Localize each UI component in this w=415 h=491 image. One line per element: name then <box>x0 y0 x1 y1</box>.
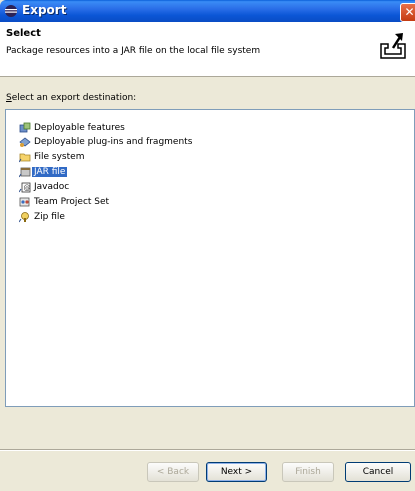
folder-icon <box>19 153 31 162</box>
finish-button[interactable]: Finish <box>282 462 334 482</box>
close-button[interactable]: ✕ <box>400 3 415 22</box>
list-item-label: File system <box>34 151 85 162</box>
jar-icon <box>19 167 31 177</box>
eclipse-icon <box>5 5 17 17</box>
page-title: Select <box>6 28 41 39</box>
export-destination-list[interactable]: Deployable features Deployable plug-ins … <box>5 109 415 407</box>
plugin-icon <box>19 136 31 147</box>
list-item-label: Team Project Set <box>34 196 110 207</box>
svg-text:@: @ <box>24 184 31 192</box>
feature-icon <box>19 122 31 132</box>
list-item-team-project-set[interactable]: Team Project Set <box>19 195 111 208</box>
list-item-label: Javadoc <box>34 181 70 192</box>
list-item-label: Zip file <box>34 211 65 222</box>
team-icon <box>19 197 30 206</box>
list-item-label: Deployable plug-ins and fragments <box>34 136 193 147</box>
back-button[interactable]: < Back <box>147 462 199 482</box>
export-wizard-icon <box>380 33 406 59</box>
title-bar[interactable]: Export ✕ <box>0 0 415 22</box>
destination-label: Select an export destination: <box>6 93 137 103</box>
list-item-label: Deployable features <box>34 122 125 133</box>
zip-icon <box>19 211 29 222</box>
wizard-header: Select Package resources into a JAR file… <box>0 22 415 77</box>
list-item-deployable-features[interactable]: Deployable features <box>19 121 127 134</box>
close-icon: ✕ <box>404 5 415 19</box>
list-item-zip-file[interactable]: Zip file <box>19 210 67 223</box>
javadoc-icon: @ <box>19 182 31 192</box>
list-item-label: JAR file <box>32 166 68 177</box>
list-item-javadoc[interactable]: @ Javadoc <box>19 180 71 193</box>
page-description: Package resources into a JAR file on the… <box>6 46 261 56</box>
list-item-deployable-plugins[interactable]: Deployable plug-ins and fragments <box>19 135 194 148</box>
list-item-file-system[interactable]: File system <box>19 150 86 163</box>
cancel-button[interactable]: Cancel <box>345 462 411 482</box>
window-title: Export <box>22 3 67 17</box>
list-item-jar-file[interactable]: JAR file <box>19 165 68 178</box>
next-button[interactable]: Next > <box>206 462 267 482</box>
footer-separator <box>0 449 415 451</box>
